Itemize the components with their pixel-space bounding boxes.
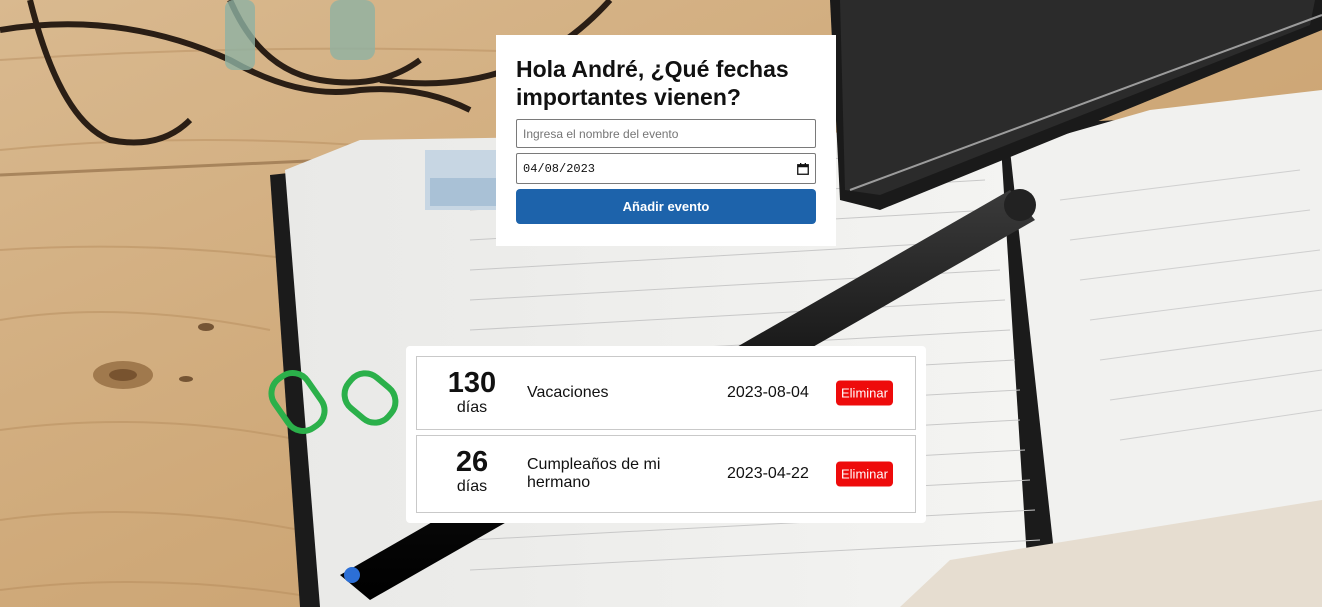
event-name: Cumpleaños de mi hermano xyxy=(527,456,661,491)
new-event-card: Hola André, ¿Qué fechas importantes vien… xyxy=(496,35,836,246)
event-date-input[interactable]: 04/08/2023 xyxy=(516,153,816,184)
days-count: 26 xyxy=(455,446,489,478)
event-date: 2023-04-22 xyxy=(727,465,809,482)
event-date: 2023-08-04 xyxy=(727,384,809,401)
event-name-input[interactable] xyxy=(516,119,816,148)
calendar-icon[interactable] xyxy=(797,162,809,175)
days-remaining: 26 días xyxy=(431,446,513,496)
greeting-title: Hola André, ¿Qué fechas importantes vien… xyxy=(516,56,789,110)
delete-event-button[interactable]: Eliminar xyxy=(836,380,893,406)
days-remaining: 130 días xyxy=(431,367,513,417)
delete-event-button[interactable]: Eliminar xyxy=(836,461,893,487)
event-name: Vacaciones xyxy=(527,384,609,401)
days-count: 130 xyxy=(447,367,497,399)
event-item: 26 días Cumpleaños de mi hermano 2023-04… xyxy=(416,435,916,513)
days-label: días xyxy=(456,399,488,416)
event-item: 130 días Vacaciones 2023-08-04 Eliminar xyxy=(416,356,916,430)
event-date-value: 04/08/2023 xyxy=(523,161,596,176)
days-label: días xyxy=(456,478,488,495)
events-list: 130 días Vacaciones 2023-08-04 Eliminar … xyxy=(406,346,926,523)
add-event-button[interactable]: Añadir evento xyxy=(516,189,816,224)
